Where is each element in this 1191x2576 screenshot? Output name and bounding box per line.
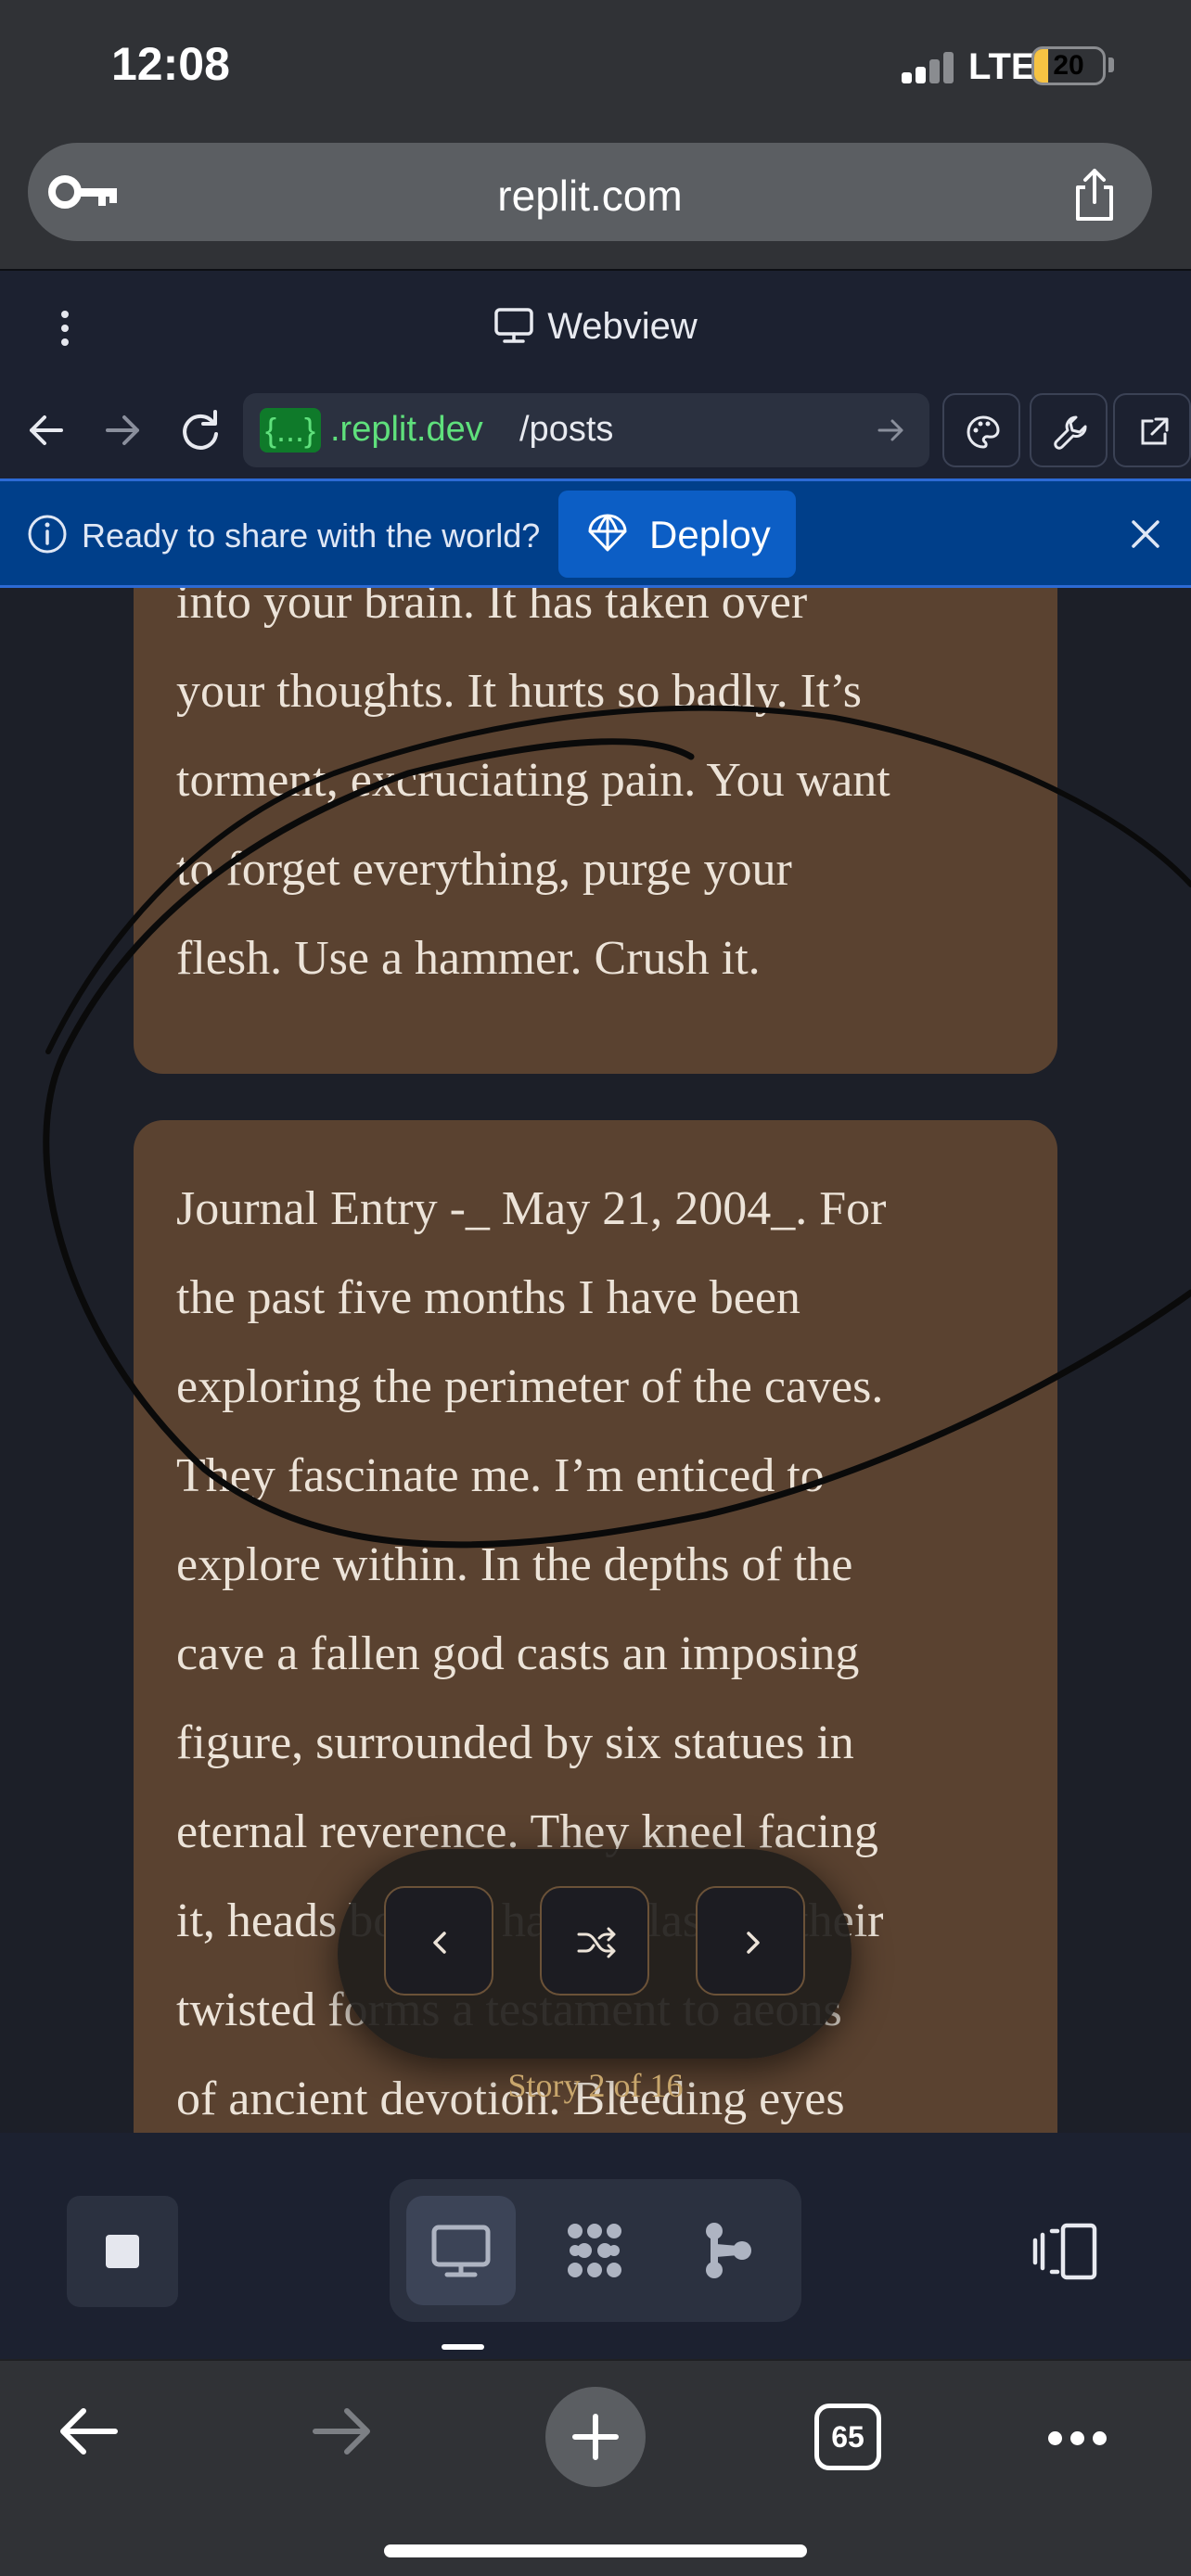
pane-title: Webview: [0, 306, 1191, 348]
cellular-signal-icon: [902, 52, 954, 83]
monitor-icon: [494, 308, 533, 343]
agent-icon: [568, 2224, 621, 2277]
address-text[interactable]: replit.com: [28, 171, 1152, 221]
external-link-icon: [1141, 417, 1169, 445]
monitor-icon: [431, 2225, 491, 2277]
parachute-icon: [588, 514, 627, 552]
battery-nub: [1108, 57, 1114, 72]
view-switcher: [390, 2179, 801, 2322]
webview-url-input[interactable]: {...} .replit.dev /posts: [243, 393, 929, 467]
deploy-message: Ready to share with the world?: [82, 516, 541, 555]
deploy-button-label: Deploy: [649, 513, 771, 556]
theme-palette-button[interactable]: [942, 393, 1020, 467]
stop-icon: [106, 2235, 139, 2268]
webview-url-row: {...} .replit.dev /posts: [0, 382, 1191, 478]
hand-drawn-circle-annotation: [43, 705, 1191, 1549]
tab-switcher-button[interactable]: 65: [814, 2404, 881, 2470]
forward-arrow-icon[interactable]: [308, 2398, 375, 2465]
webview-content[interactable]: into your brain. It has taken over your …: [0, 588, 1191, 2133]
stop-button[interactable]: [67, 2196, 178, 2307]
safari-address-area: replit.com: [0, 130, 1191, 269]
url-path[interactable]: /posts: [519, 410, 613, 450]
share-icon[interactable]: [1067, 167, 1122, 223]
address-bar[interactable]: replit.com: [28, 143, 1152, 241]
more-icon[interactable]: [1048, 2431, 1115, 2446]
home-indicator: [384, 2544, 807, 2557]
back-arrow-icon[interactable]: [22, 406, 70, 454]
pane-title-label: Webview: [547, 306, 698, 347]
deploy-banner: Ready to share with the world? Deploy: [0, 478, 1191, 588]
sheet-grabber: [442, 2344, 484, 2350]
tab-agent[interactable]: [540, 2196, 649, 2305]
status-time: 12:08: [111, 38, 230, 90]
go-arrow-icon[interactable]: [874, 414, 907, 447]
palette-icon: [967, 415, 1000, 449]
deploy-button[interactable]: Deploy: [558, 491, 796, 578]
devtools-button[interactable]: [1030, 393, 1108, 467]
wrench-icon: [1054, 415, 1087, 450]
panel-toggle-icon[interactable]: [1030, 2222, 1100, 2281]
tab-git[interactable]: [673, 2196, 783, 2305]
replit-header: Webview: [0, 269, 1191, 382]
close-icon[interactable]: [1126, 515, 1165, 554]
info-icon: [28, 515, 67, 554]
network-type: LTE: [968, 46, 1036, 87]
open-new-tab-button[interactable]: [1113, 393, 1191, 467]
battery-percent: 20: [1053, 50, 1084, 81]
tab-webview[interactable]: [406, 2196, 516, 2305]
reload-icon[interactable]: [176, 406, 224, 454]
replit-bottom-bar: [0, 2133, 1191, 2359]
plus-icon: [572, 2414, 619, 2460]
back-arrow-icon[interactable]: [56, 2398, 122, 2465]
forward-arrow-icon[interactable]: [98, 406, 147, 454]
url-domain: .replit.dev: [330, 410, 483, 449]
status-bar: 12:08 LTE 20: [0, 0, 1191, 130]
new-tab-button[interactable]: [545, 2387, 646, 2487]
safari-toolbar: 65: [0, 2359, 1191, 2576]
repl-url-badge: {...}: [260, 408, 322, 453]
branch-icon: [706, 2223, 751, 2278]
battery-icon: 20: [1031, 46, 1106, 85]
